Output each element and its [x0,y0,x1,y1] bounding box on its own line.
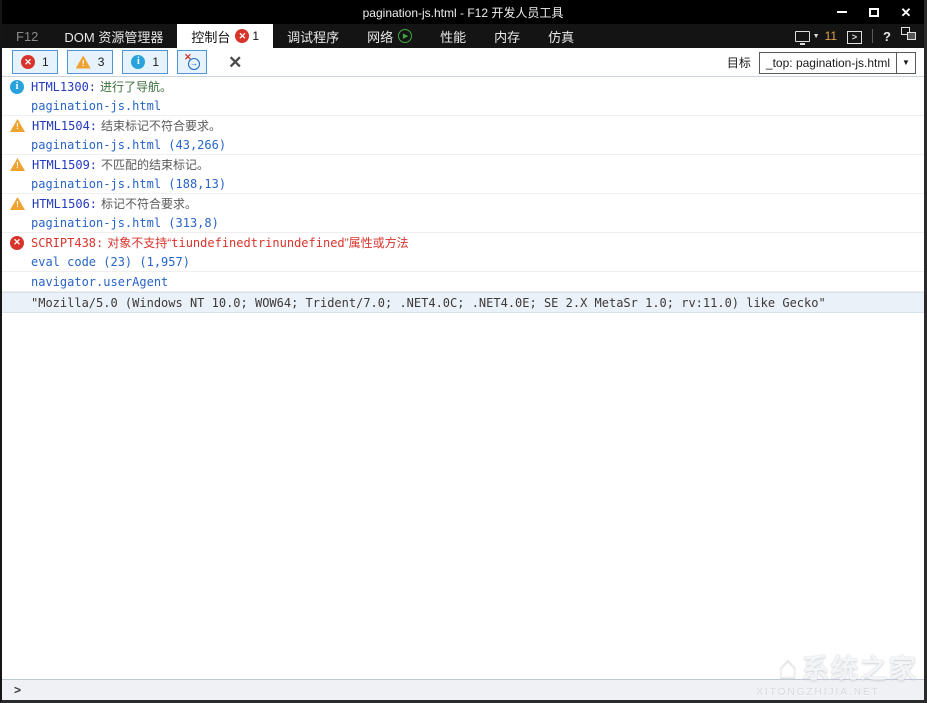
tab-label: 仿真 [548,27,574,46]
maximize-icon [869,8,879,17]
filter-warnings-count: 3 [98,55,105,69]
warning-triangle-icon: ! [10,197,25,210]
target-dropdown[interactable]: _top: pagination-js.html ▼ [759,52,916,74]
tab-error-badge: ✕1 [235,29,259,43]
console-message-input: navigator.userAgent [2,272,924,292]
chevron-down-icon: ▼ [813,33,820,40]
filter-warnings-button[interactable]: !3 [67,50,114,74]
tab-label: F12 [16,29,38,44]
play-circle-icon: ▶ [398,29,412,43]
error-circle-icon: ✕ [21,55,35,69]
filter-info-count: 1 [152,55,159,69]
target-selector-group: 目标 _top: pagination-js.html ▼ [727,48,916,77]
message-code: HTML1504: [32,119,97,133]
tab-console[interactable]: 控制台 ✕1 [177,24,273,48]
minimize-icon [837,11,847,13]
console-message-warning: ! HTML1506: 标记不符合要求。 pagination-js.html (31… [2,194,924,233]
message-text: ”属性或方法 [345,234,409,251]
info-circle-icon: i [131,55,145,69]
dock-target-icon [901,27,916,40]
message-text: 不匹配的结束标记。 [101,156,209,173]
tab-label: 网络 [367,27,393,46]
window-controls: ✕ [828,0,920,24]
error-circle-icon: ✕ [10,236,24,250]
tab-f12[interactable]: F12 [2,24,50,48]
clear-console-button[interactable]: ✕ [222,54,248,71]
document-mode-value: 11 [825,29,837,43]
prompt-chevron-icon: > [14,683,21,697]
message-text: 进行了导航。 [100,78,172,95]
help-button[interactable]: ? [883,29,891,44]
filter-info-button[interactable]: i1 [122,50,168,74]
message-text: 结束标记不符合要求。 [101,117,221,134]
target-dropdown-value: _top: pagination-js.html [760,53,896,73]
error-circle-icon: ✕ [235,29,249,43]
tab-label: 内存 [494,27,520,46]
tab-dom-explorer[interactable]: DOM 资源管理器 [50,24,177,48]
tab-memory[interactable]: 内存 [480,24,534,48]
tab-network[interactable]: 网络 ▶ [353,24,426,48]
console-box-icon: > [847,31,862,44]
console-message-error: ✕ SCRIPT438: 对象不支持“tiundefinedtrinundefine… [2,233,924,272]
clear-on-navigate-icon: ✕→ [184,55,200,70]
message-source-link[interactable]: pagination-js.html [31,99,161,113]
tabbar-right-tools: ▼ 11 > ? [795,24,916,48]
window-title: pagination-js.html - F12 开发人员工具 [2,4,924,21]
console-message-output: "Mozilla/5.0 (Windows NT 10.0; WOW64; Tr… [2,292,924,313]
info-circle-icon: i [10,80,24,94]
minimize-button[interactable] [828,1,856,23]
tab-emulation[interactable]: 仿真 [534,24,588,48]
message-text: 标记不符合要求。 [101,195,197,212]
chevron-down-icon: ▼ [896,53,915,73]
message-source-link[interactable]: pagination-js.html (43,266) [31,138,226,152]
message-source-link[interactable]: pagination-js.html (313,8) [31,216,219,230]
message-code: HTML1509: [32,158,97,172]
tab-debugger[interactable]: 调试程序 [273,24,353,48]
close-icon: ✕ [901,6,912,19]
filter-errors-button[interactable]: ✕1 [12,50,58,74]
clear-on-navigate-toggle[interactable]: ✕→ [177,50,207,74]
tab-label: DOM 资源管理器 [64,27,163,46]
clear-console-icon: ✕ [228,53,242,72]
message-code: SCRIPT438: [31,236,103,250]
devtools-window: pagination-js.html - F12 开发人员工具 ✕ F12 DOM… [0,0,927,703]
message-text: navigator.userAgent [31,275,168,289]
tab-label: 性能 [440,27,466,46]
document-mode-selector[interactable]: ▼ 11 [795,29,837,43]
message-code: HTML1300: [31,80,96,94]
tab-bar: F12 DOM 资源管理器 控制台 ✕1 调试程序 网络 ▶ 性能 内存 仿真 ▼ 11 > ? [2,24,924,48]
toolbar-divider [872,29,873,43]
warning-triangle-icon: ! [76,56,91,69]
message-source-link[interactable]: pagination-js.html (188,13) [31,177,226,191]
console-output-area[interactable]: i HTML1300: 进行了导航。 pagination-js.html! HTML1… [2,77,924,679]
console-message-info: i HTML1300: 进行了导航。 pagination-js.html [2,77,924,116]
message-text: 对象不支持“ [107,234,171,251]
dock-target-button[interactable] [901,27,916,45]
tab-performance[interactable]: 性能 [426,24,480,48]
tab-error-count: 1 [252,29,259,43]
maximize-button[interactable] [860,1,888,23]
console-toolbar: ✕1!3i1 ✕→ ✕ 目标 _top: pagination-js.html … [2,48,924,77]
open-console-button[interactable]: > [847,27,862,45]
title-bar: pagination-js.html - F12 开发人员工具 ✕ [2,0,924,24]
warning-triangle-icon: ! [10,158,25,171]
console-message-warning: ! HTML1509: 不匹配的结束标记。 pagination-js.html (1… [2,155,924,194]
message-code: HTML1506: [32,197,97,211]
warning-triangle-icon: ! [10,119,25,132]
filter-errors-count: 1 [42,55,49,69]
monitor-icon [795,31,810,42]
tab-label: 控制台 [191,27,230,46]
message-text: tiundefinedtrinundefined [171,236,344,250]
target-label: 目标 [727,54,751,71]
message-text: "Mozilla/5.0 (Windows NT 10.0; WOW64; Tr… [31,296,826,310]
console-message-warning: ! HTML1504: 结束标记不符合要求。 pagination-js.html (… [2,116,924,155]
console-input-row[interactable]: > [2,679,924,700]
tab-label: 调试程序 [287,27,339,46]
close-button[interactable]: ✕ [892,1,920,23]
message-source-link[interactable]: eval code (23) (1,957) [31,255,190,269]
